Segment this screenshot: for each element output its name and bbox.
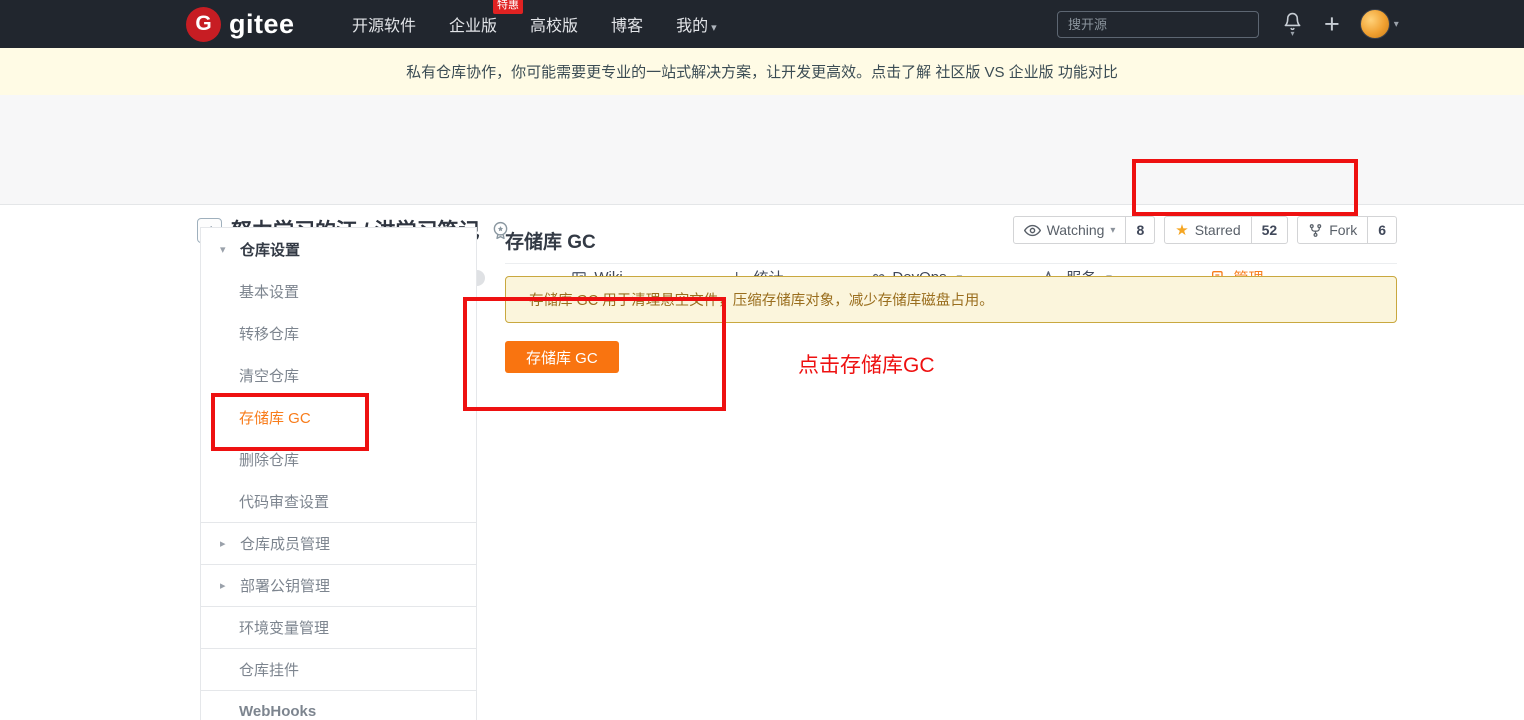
chevron-down-icon: ▾	[711, 22, 717, 34]
sidebar-item-code-review-settings[interactable]: 代码审查设置	[201, 480, 476, 522]
gitee-logo[interactable]: G gitee	[186, 0, 295, 48]
chevron-down-icon: ▾	[1394, 19, 1399, 30]
caret-right-icon: ▸	[220, 537, 230, 550]
promo-banner-text[interactable]: 私有仓库协作，你可能需要更专业的一站式解决方案，让开发更高效。点击了解 社区版 …	[406, 61, 1118, 82]
promo-banner: 私有仓库协作，你可能需要更专业的一站式解决方案，让开发更高效。点击了解 社区版 …	[0, 48, 1524, 95]
sidebar-item-basic-settings[interactable]: 基本设置	[201, 270, 476, 312]
gitee-logo-text: gitee	[229, 9, 295, 40]
primary-nav: 开源软件 企业版特惠 高校版 博客 我的▾	[352, 0, 717, 48]
sidebar-item-repo-widgets[interactable]: 仓库挂件	[201, 648, 476, 690]
nav-link-education[interactable]: 高校版	[530, 12, 578, 36]
info-box-text: 存储库 GC 用于清理悬空文件，压缩存储库对象，减少存储库磁盘占用。	[529, 289, 994, 310]
user-menu[interactable]: ▾	[1360, 9, 1399, 39]
sidebar-group-label: 部署公钥管理	[240, 575, 330, 596]
main-content: 存储库 GC 存储库 GC 用于清理悬空文件，压缩存储库对象，减少存储库磁盘占用…	[505, 227, 1397, 373]
sidebar-item-webhooks[interactable]: WebHooks	[201, 690, 476, 720]
notifications-button[interactable]: ▾	[1283, 12, 1302, 36]
sidebar-group-label: 仓库设置	[240, 239, 300, 260]
caret-right-icon: ▸	[220, 579, 230, 592]
top-navbar: G gitee 开源软件 企业版特惠 高校版 博客 我的▾ ▾ + ▾	[0, 0, 1524, 48]
repo-gc-button[interactable]: 存储库 GC	[505, 341, 619, 373]
sidebar-item-repo-gc[interactable]: 存储库 GC	[201, 396, 476, 438]
gitee-logo-icon: G	[186, 7, 221, 42]
repo-header: </> 努力学习的汪 / 洪学习笔记 Watching ▾ 8 ★ Starre…	[0, 95, 1524, 205]
nav-link-enterprise[interactable]: 企业版特惠	[449, 12, 497, 36]
sidebar-group-members[interactable]: ▸ 仓库成员管理	[201, 522, 476, 564]
sidebar-group-label: 仓库成员管理	[240, 533, 330, 554]
info-box: 存储库 GC 用于清理悬空文件，压缩存储库对象，减少存储库磁盘占用。	[505, 276, 1397, 323]
nav-link-mine-label: 我的	[676, 18, 708, 35]
sidebar-group-deploy-keys[interactable]: ▸ 部署公钥管理	[201, 564, 476, 606]
sidebar-group-repo-settings[interactable]: ▾ 仓库设置	[201, 228, 476, 270]
sidebar-item-env-vars[interactable]: 环境变量管理	[201, 606, 476, 648]
nav-link-blog[interactable]: 博客	[611, 12, 643, 36]
promo-badge: 特惠	[493, 0, 523, 14]
create-new-button[interactable]: +	[1324, 11, 1340, 38]
settings-sidebar: ▾ 仓库设置 基本设置 转移仓库 清空仓库 存储库 GC 删除仓库 代码审查设置…	[200, 227, 477, 720]
nav-link-mine[interactable]: 我的▾	[676, 12, 717, 36]
chevron-down-icon: ▾	[1290, 32, 1294, 36]
section-heading: 存储库 GC	[505, 227, 1397, 264]
page: G gitee 开源软件 企业版特惠 高校版 博客 我的▾ ▾ + ▾	[0, 0, 1524, 720]
nav-link-opensource[interactable]: 开源软件	[352, 12, 416, 36]
sidebar-item-clear-repo[interactable]: 清空仓库	[201, 354, 476, 396]
search-input[interactable]	[1057, 11, 1259, 38]
avatar	[1360, 9, 1390, 39]
sidebar-item-transfer-repo[interactable]: 转移仓库	[201, 312, 476, 354]
sidebar-item-delete-repo[interactable]: 删除仓库	[201, 438, 476, 480]
caret-down-icon: ▾	[220, 243, 230, 256]
navbar-right: ▾ + ▾	[1057, 0, 1399, 48]
nav-link-enterprise-label: 企业版	[449, 18, 497, 35]
